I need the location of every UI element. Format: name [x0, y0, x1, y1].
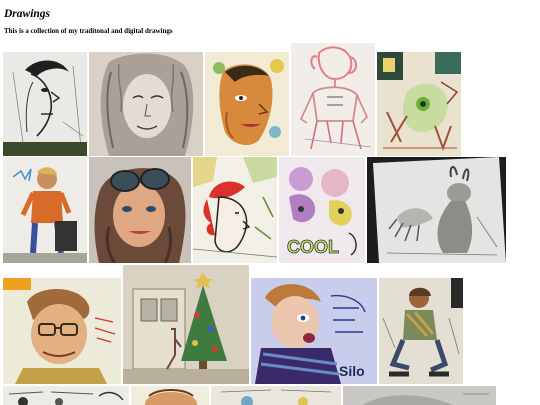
gallery-image-paper-sketch-partial[interactable] — [211, 386, 341, 405]
gallery-image-blue-spirit-portrait[interactable]: Silo — [251, 278, 377, 384]
gallery-image-pink-figure-sketch[interactable] — [291, 43, 375, 156]
drawings-gallery: COOL Silo — [0, 0, 540, 405]
gallery-image-grey-drawing-partial[interactable] — [343, 386, 496, 405]
gallery-image-skin-sketch-partial[interactable] — [131, 386, 209, 405]
svg-text:Silo: Silo — [339, 363, 365, 379]
gallery-image-comic-sketch-partial[interactable] — [3, 386, 129, 405]
gallery-image-orange-face-flowers[interactable] — [205, 52, 289, 156]
gallery-image-curly-hair-face[interactable] — [89, 52, 203, 156]
gallery-image-cool-purple-doodles[interactable]: COOL — [279, 157, 365, 263]
gallery-image-red-hair-profile[interactable] — [193, 157, 277, 263]
gallery-image-creature-doodle-collage[interactable] — [377, 52, 461, 156]
gallery-image-sitting-figure-sketch[interactable] — [379, 278, 463, 384]
gallery-image-glasses-man-portrait[interactable] — [3, 278, 121, 384]
gallery-image-rabbit-pencil-drawing[interactable] — [367, 157, 506, 263]
gallery-image-boy-orange-sweater[interactable] — [3, 157, 87, 263]
gallery-image-goggles-portrait[interactable] — [89, 157, 191, 263]
gallery-image-christmas-tree-house[interactable] — [123, 265, 249, 384]
svg-text:COOL: COOL — [287, 237, 339, 257]
gallery-image-man-profile-lines[interactable] — [3, 52, 87, 156]
